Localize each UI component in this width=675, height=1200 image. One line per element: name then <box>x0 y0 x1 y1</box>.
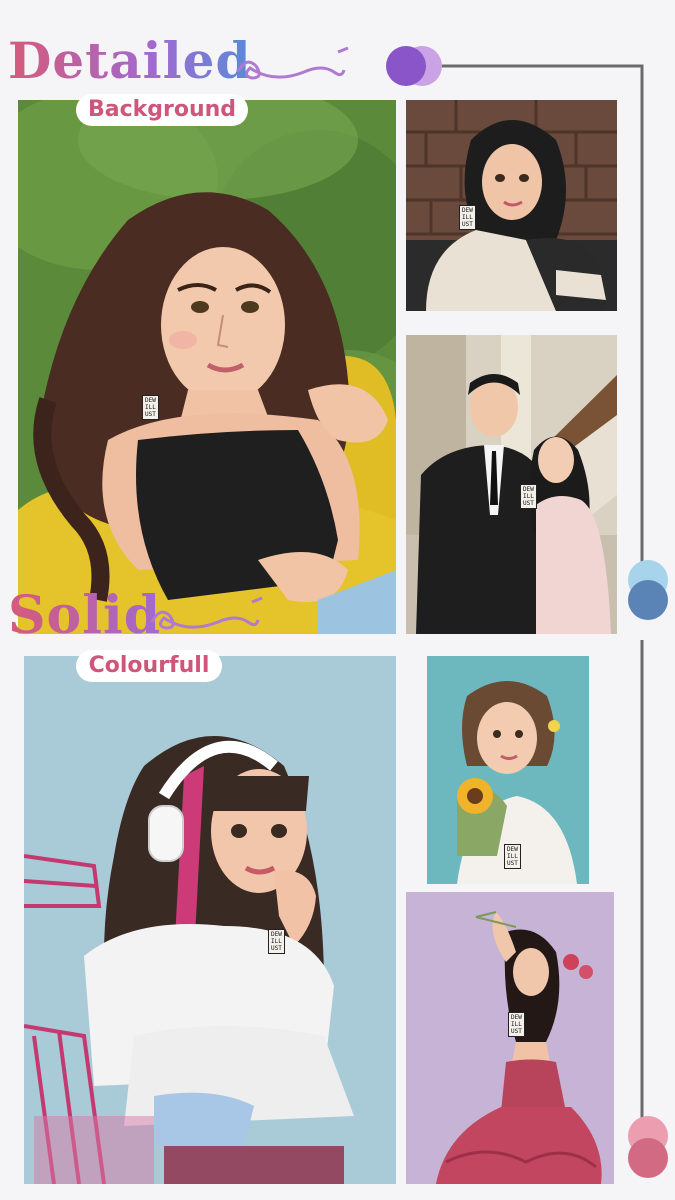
illustration-hijab-girl <box>406 100 617 311</box>
stamp-line: UST <box>511 1028 522 1035</box>
section-subtitle-background: Background <box>76 94 248 126</box>
signature-stamp-2: DEW ILL UST <box>459 205 476 230</box>
stamp-line: DEW <box>271 931 282 938</box>
illustration-girl-on-grass <box>18 100 396 634</box>
stamp-line: ILL <box>462 214 473 221</box>
stamp-line: UST <box>462 221 473 228</box>
section-subtitle-colourfull: Colourfull <box>76 650 222 682</box>
section-title-solid: Solid <box>8 585 162 646</box>
stamp-line: DEW <box>145 397 156 404</box>
signature-stamp-5: DEW ILL UST <box>504 844 521 869</box>
stamp-line: DEW <box>507 846 518 853</box>
stamp-line: DEW <box>511 1014 522 1021</box>
signature-stamp-6: DEW ILL UST <box>508 1012 525 1037</box>
signature-stamp-1: DEW ILL UST <box>142 395 159 420</box>
stamp-line: ILL <box>271 938 282 945</box>
dot-purple <box>386 46 426 86</box>
dot-steel <box>628 580 668 620</box>
dot-rose <box>628 1138 668 1178</box>
swirl-ornament <box>236 46 349 80</box>
illustration-couple <box>406 335 617 634</box>
stamp-line: ILL <box>507 853 518 860</box>
signature-stamp-4: DEW ILL UST <box>268 929 285 954</box>
signature-stamp-3: DEW ILL UST <box>520 484 537 509</box>
illustration-girl-headphones <box>24 656 396 1184</box>
stamp-line: ILL <box>145 404 156 411</box>
section-title-detailed: Detailed <box>8 31 252 90</box>
stamp-line: DEW <box>462 207 473 214</box>
stamp-line: ILL <box>523 493 534 500</box>
stamp-line: UST <box>271 945 282 952</box>
stamp-line: UST <box>507 860 518 867</box>
stamp-line: DEW <box>523 486 534 493</box>
stamp-line: UST <box>145 411 156 418</box>
stamp-line: UST <box>523 500 534 507</box>
swirl-ornament <box>150 596 263 630</box>
stamp-line: ILL <box>511 1021 522 1028</box>
illustration-girl-red-dress <box>406 892 614 1184</box>
